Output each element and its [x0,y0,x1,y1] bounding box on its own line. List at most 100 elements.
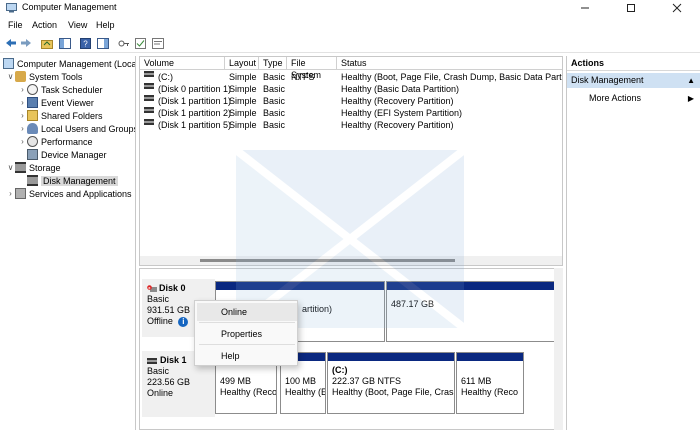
disk-1-partition-c[interactable]: (C:) 222.37 GB NTFS Healthy (Boot, Page … [327,352,455,414]
disk-0-partition-2[interactable]: 487.17 GB [386,281,559,342]
show-hide-console-tree-button[interactable] [58,36,72,50]
tree-item-device-manager[interactable]: Device Manager [27,148,107,161]
scrollbar-thumb[interactable] [200,259,455,262]
volume-icon [144,83,154,89]
expand-chevron-icon[interactable]: › [6,189,15,198]
key-icon [118,40,129,46]
system-tools-icon [15,71,26,82]
cell-status: Healthy (EFI System Partition) [341,108,463,118]
table-row[interactable]: (Disk 1 partition 5) Simple Basic Health… [140,119,562,131]
tree-label: Event Viewer [41,97,94,108]
menu-item-help[interactable]: Help [197,347,297,365]
up-folder-button[interactable] [40,36,54,50]
tree-label: Task Scheduler [41,84,103,95]
column-header-status[interactable]: Status [337,57,562,70]
expand-chevron-icon[interactable]: › [18,124,27,133]
collapse-caret-icon[interactable]: ▲ [687,73,695,88]
table-row[interactable]: (C:) Simple Basic NTFS Healthy (Boot, Pa… [140,71,562,83]
partition-line: (C:) [332,365,348,375]
cell-layout: Simple [229,120,257,130]
tree-item-disk-management[interactable]: Disk Management [27,174,118,187]
forward-button[interactable] [19,36,33,50]
tree-item-task-scheduler[interactable]: › Task Scheduler [18,83,103,96]
actions-title: Actions [567,56,700,71]
tree-label: System Tools [29,71,83,82]
show-hide-action-pane-button[interactable] [96,36,110,50]
partition-line: 611 MB [461,376,492,386]
performance-gauge-icon [27,136,38,147]
partition-line: 100 MB [285,376,317,386]
submenu-arrow-icon: ▶ [687,94,694,103]
tree-item-computer-management[interactable]: Computer Management (Local [3,57,135,70]
column-header-file-system[interactable]: File System [287,57,337,80]
partition-line: Healthy (Reco [461,387,519,397]
cell-layout: Simple [229,84,257,94]
connect-button[interactable] [117,36,131,50]
expand-chevron-icon[interactable]: › [18,85,27,94]
cell-volume: (Disk 1 partition 5) [158,120,232,130]
close-icon [672,3,682,13]
tree-item-storage[interactable]: ∨ Storage [6,161,61,174]
cell-type: Basic [263,120,286,130]
column-header-volume[interactable]: Volume [140,57,225,70]
minimize-icon [581,7,589,9]
forward-arrow-icon [21,39,31,47]
cell-status: Healthy (Recovery Partition) [341,96,454,106]
expand-chevron-icon[interactable]: › [18,137,27,146]
cell-type: Basic [263,108,286,118]
actions-section-disk-management[interactable]: Disk Management ▲ [567,73,700,88]
more-actions-item[interactable]: More Actions ▶ [567,91,700,106]
maximize-button[interactable] [608,0,654,16]
help-button[interactable]: ? [79,36,93,50]
partition-text: (C:) 222.37 GB NTFS Healthy (Boot, Page … [328,361,454,401]
menu-item-online[interactable]: Online [197,303,297,321]
tree-item-local-users-and-groups[interactable]: › Local Users and Groups [18,122,135,135]
cell-type: Basic [263,96,286,106]
partition-band [387,282,558,290]
disk-name: Disk 1 [160,355,187,365]
table-row[interactable]: (Disk 1 partition 1) Simple Basic Health… [140,95,562,107]
minimize-button[interactable] [562,0,608,16]
horizontal-scrollbar[interactable] [140,256,562,265]
cell-layout: Simple [229,96,257,106]
tree-item-services-and-applications[interactable]: › Services and Applications [6,187,132,200]
properties-button[interactable] [151,36,165,50]
column-header-layout[interactable]: Layout [225,57,259,70]
menu-view[interactable]: View [68,20,87,30]
tree-label: Services and Applications [29,188,132,199]
tree-item-shared-folders[interactable]: › Shared Folders [18,109,103,122]
tree-item-performance[interactable]: › Performance [18,135,93,148]
info-icon[interactable]: i [178,316,189,327]
collapse-chevron-icon[interactable]: ∨ [6,72,15,81]
section-label: Disk Management [571,75,644,85]
check-button[interactable] [134,36,148,50]
menu-divider [199,344,295,345]
offline-disk-icon: x [147,285,157,292]
partition-band [216,282,384,290]
cell-type: Basic [263,84,286,94]
disk-1-partition-5[interactable]: 611 MB Healthy (Reco [456,352,524,414]
vertical-scrollbar[interactable] [554,268,563,430]
close-button[interactable] [654,0,700,16]
partition-line: 222.37 GB NTFS [332,376,402,386]
menu-action[interactable]: Action [32,20,57,30]
table-row[interactable]: (Disk 1 partition 2) Simple Basic Health… [140,107,562,119]
back-button[interactable] [4,36,18,50]
computer-management-icon [3,58,14,69]
partition-band [328,353,454,361]
tree-item-event-viewer[interactable]: › Event Viewer [18,96,94,109]
column-header-type[interactable]: Type [259,57,287,70]
menu-file[interactable]: File [8,20,23,30]
partition-line: 487.17 GB [391,299,435,309]
collapse-chevron-icon[interactable]: ∨ [6,163,15,172]
menu-help[interactable]: Help [96,20,115,30]
cell-status: Healthy (Basic Data Partition) [341,84,460,94]
volume-icon [144,71,154,77]
expand-chevron-icon[interactable]: › [18,98,27,107]
table-row[interactable]: (Disk 0 partition 1) Simple Basic Health… [140,83,562,95]
menu-item-properties[interactable]: Properties [197,325,297,343]
tree-item-system-tools[interactable]: ∨ System Tools [6,70,82,83]
disk-management-icon [27,175,38,186]
volume-list[interactable]: Volume Layout Type File System Status (C… [139,56,563,266]
expand-chevron-icon[interactable]: › [18,111,27,120]
